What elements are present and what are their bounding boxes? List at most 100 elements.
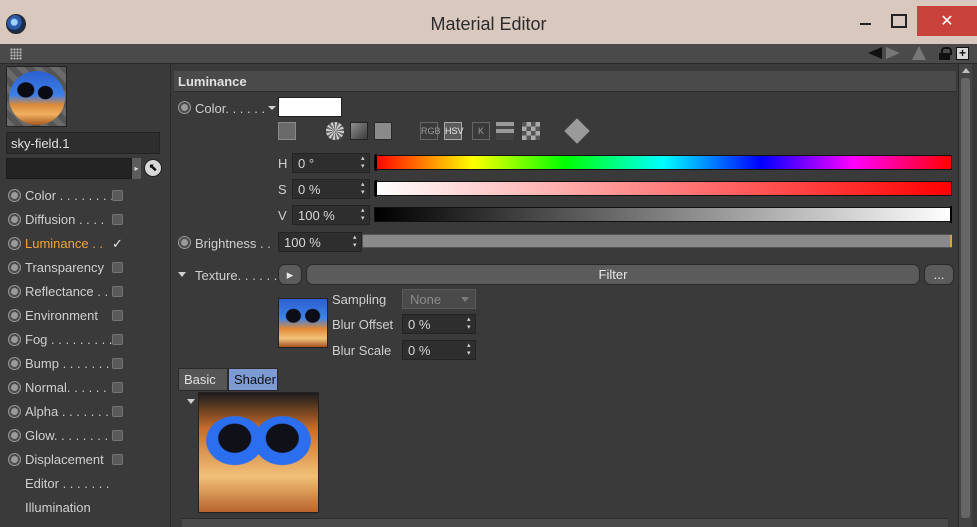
channel-label[interactable]: Normal. . . . . . xyxy=(25,380,107,395)
search-arrow-button[interactable]: ▸ xyxy=(132,158,141,179)
channel-glow[interactable]: Glow. . . . . . . . xyxy=(6,424,166,448)
sidebar-item-editor[interactable]: Editor . . . . . . . xyxy=(6,472,166,496)
swatch-grid-icon[interactable] xyxy=(522,122,540,140)
channel-checkbox[interactable] xyxy=(112,190,123,201)
color-animate-radio-icon[interactable] xyxy=(178,101,191,114)
channel-alpha[interactable]: Alpha . . . . . . . xyxy=(6,400,166,424)
picture-icon[interactable] xyxy=(374,122,392,140)
channel-label[interactable]: Bump . . . . . . . xyxy=(25,356,110,371)
color-square-icon[interactable] xyxy=(350,122,368,140)
channel-transparency[interactable]: Transparency xyxy=(6,256,166,280)
vertical-scrollbar[interactable] xyxy=(958,64,972,527)
material-name-field[interactable]: sky-field.1 xyxy=(6,132,160,154)
value-field[interactable]: 100 % xyxy=(292,205,370,225)
scroll-up-icon[interactable] xyxy=(962,68,970,73)
channel-radio-icon[interactable] xyxy=(8,261,21,274)
blur-scale-field[interactable]: 0 % xyxy=(402,340,476,360)
channel-radio-icon[interactable] xyxy=(8,285,21,298)
tab-shader[interactable]: Shader xyxy=(228,368,278,391)
sampling-select[interactable]: None xyxy=(402,289,476,309)
shader-preview[interactable] xyxy=(198,392,319,513)
channel-radio-icon[interactable] xyxy=(8,189,21,202)
nav-up-icon[interactable] xyxy=(912,46,926,60)
channel-checkbox[interactable] xyxy=(112,358,123,369)
saturation-field[interactable]: 0 % xyxy=(292,179,370,199)
channel-label[interactable]: Displacement xyxy=(25,452,104,467)
channel-radio-icon[interactable] xyxy=(8,453,21,466)
channel-search-input[interactable] xyxy=(6,158,132,179)
channel-checkbox[interactable] xyxy=(112,406,123,417)
channel-label[interactable]: Color . . . . . . . . xyxy=(25,188,114,203)
color-wheel-icon[interactable] xyxy=(326,122,344,140)
channel-bump[interactable]: Bump . . . . . . . xyxy=(6,352,166,376)
channel-environment[interactable]: Environment xyxy=(6,304,166,328)
channel-checkbox[interactable] xyxy=(112,430,123,441)
channel-checkbox[interactable]: ✓ xyxy=(112,237,123,250)
channel-radio-icon[interactable] xyxy=(8,357,21,370)
maximize-button[interactable] xyxy=(884,6,914,36)
value-slider[interactable] xyxy=(374,206,952,223)
saturation-slider-handle[interactable] xyxy=(375,180,377,197)
filter-button[interactable]: Filter xyxy=(306,264,920,285)
texture-expand-icon[interactable] xyxy=(178,272,186,277)
sidebar-item-illumination[interactable]: Illumination xyxy=(6,496,166,520)
channel-reflectance[interactable]: Reflectance . . xyxy=(6,280,166,304)
channel-label[interactable]: Environment xyxy=(25,308,98,323)
sidebar-item-label[interactable]: Illumination xyxy=(25,500,91,515)
eyedropper-icon[interactable] xyxy=(564,118,590,144)
channel-label[interactable]: Alpha . . . . . . . xyxy=(25,404,109,419)
color-swatch[interactable] xyxy=(278,97,342,117)
channel-label[interactable]: Diffusion . . . . xyxy=(25,212,104,227)
channel-label[interactable]: Glow. . . . . . . . xyxy=(25,428,108,443)
hue-slider-handle[interactable] xyxy=(375,154,377,171)
channel-label[interactable]: Luminance . . xyxy=(25,236,103,251)
channel-radio-icon[interactable] xyxy=(8,213,21,226)
kelvin-mode-button[interactable]: K xyxy=(472,122,490,140)
channel-radio-icon[interactable] xyxy=(8,429,21,442)
channel-checkbox[interactable] xyxy=(112,334,123,345)
channel-checkbox[interactable] xyxy=(112,286,123,297)
channel-radio-icon[interactable] xyxy=(8,237,21,250)
channel-checkbox[interactable] xyxy=(112,214,123,225)
scroll-thumb[interactable] xyxy=(961,78,970,518)
texture-thumbnail[interactable] xyxy=(278,298,328,348)
minimize-button[interactable] xyxy=(850,6,880,36)
texture-menu-button[interactable]: ▸ xyxy=(278,264,302,285)
hsv-mode-button[interactable]: HSV xyxy=(444,122,464,140)
hue-field[interactable]: 0 ° xyxy=(292,153,370,173)
channel-radio-icon[interactable] xyxy=(8,405,21,418)
material-preview[interactable] xyxy=(6,66,67,127)
color-mixer-icon[interactable] xyxy=(496,122,514,140)
channel-label[interactable]: Reflectance . . xyxy=(25,284,108,299)
brightness-animate-radio-icon[interactable] xyxy=(178,236,191,249)
picker-icon[interactable]: ⬉ xyxy=(144,159,162,177)
close-button[interactable]: ✕ xyxy=(917,6,977,36)
spectrum-icon[interactable] xyxy=(278,122,296,140)
grip-icon[interactable] xyxy=(10,48,22,60)
channel-checkbox[interactable] xyxy=(112,310,123,321)
rgb-mode-button[interactable]: RGB xyxy=(420,122,441,140)
channel-checkbox[interactable] xyxy=(112,262,123,273)
brightness-field[interactable]: 100 % xyxy=(278,232,362,252)
value-slider-handle[interactable] xyxy=(950,206,952,223)
channel-fog[interactable]: Fog . . . . . . . . . xyxy=(6,328,166,352)
channel-displacement[interactable]: Displacement xyxy=(6,448,166,472)
channel-label[interactable]: Transparency xyxy=(25,260,104,275)
shader-expand-icon[interactable] xyxy=(187,399,195,404)
lock-icon[interactable] xyxy=(939,47,952,60)
channel-checkbox[interactable] xyxy=(112,382,123,393)
channel-luminance[interactable]: Luminance . . ✓ xyxy=(6,232,166,256)
channel-radio-icon[interactable] xyxy=(8,333,21,346)
channel-color[interactable]: Color . . . . . . . . xyxy=(6,184,166,208)
brightness-slider[interactable] xyxy=(362,234,952,248)
channel-checkbox[interactable] xyxy=(112,454,123,465)
channel-normal[interactable]: Normal. . . . . . xyxy=(6,376,166,400)
blur-offset-field[interactable]: 0 % xyxy=(402,314,476,334)
channel-diffusion[interactable]: Diffusion . . . . xyxy=(6,208,166,232)
channel-label[interactable]: Fog . . . . . . . . . xyxy=(25,332,112,347)
sidebar-item-label[interactable]: Editor . . . . . . . xyxy=(25,476,110,491)
nav-back-icon[interactable] xyxy=(868,47,882,59)
tab-basic[interactable]: Basic xyxy=(178,368,228,391)
saturation-slider[interactable] xyxy=(374,180,952,197)
color-menu-icon[interactable] xyxy=(268,106,276,110)
